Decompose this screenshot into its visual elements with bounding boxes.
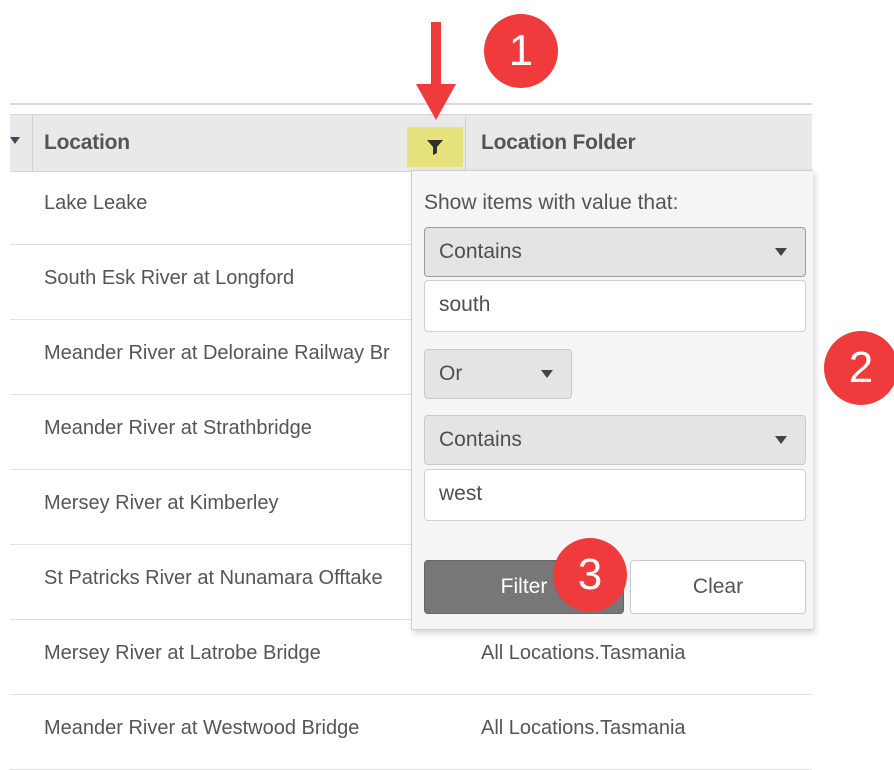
funnel-icon: [427, 140, 443, 155]
location-cell: Mersey River at Latrobe Bridge: [44, 642, 321, 664]
location-cell: Meander River at Westwood Bridge: [44, 717, 360, 739]
grid-top-border: [10, 103, 812, 105]
step-2-badge: 2: [824, 331, 894, 405]
sort-caret-icon[interactable]: [10, 137, 20, 144]
chevron-down-icon: [541, 370, 553, 378]
folder-cell: All Locations.Tasmania: [481, 642, 686, 664]
filter-prompt-label: Show items with value that:: [424, 191, 679, 214]
step-3-badge: 3: [553, 538, 627, 612]
logic-operator-dropdown[interactable]: Or: [424, 349, 572, 399]
first-operator-value: Contains: [439, 240, 522, 263]
step-1-badge: 1: [484, 14, 558, 88]
table-row[interactable]: Mersey River at Latrobe Bridge All Locat…: [10, 620, 812, 695]
location-cell: Lake Leake: [44, 192, 148, 214]
location-cell: South Esk River at Longford: [44, 267, 295, 289]
first-value-input[interactable]: south: [424, 280, 806, 332]
location-cell: St Patricks River at Nunamara Offtake: [44, 567, 383, 589]
second-operator-dropdown[interactable]: Contains: [424, 415, 806, 465]
column-divider: [465, 115, 466, 171]
location-cell: Mersey River at Kimberley: [44, 492, 279, 514]
second-value-input[interactable]: west: [424, 469, 806, 521]
logic-operator-value: Or: [439, 362, 463, 385]
column-header-location-folder[interactable]: Location Folder: [481, 131, 636, 155]
first-operator-dropdown[interactable]: Contains: [424, 227, 806, 277]
clear-button[interactable]: Clear: [630, 560, 806, 614]
chevron-down-icon: [775, 248, 787, 256]
grid-header: Location Location Folder: [10, 114, 812, 172]
folder-cell: All Locations.Tasmania: [481, 717, 686, 739]
chevron-down-icon: [775, 436, 787, 444]
location-cell: Meander River at Deloraine Railway Br: [44, 342, 390, 364]
column-filter-button[interactable]: [407, 127, 463, 167]
second-value-text: west: [439, 482, 483, 505]
first-value-text: south: [439, 293, 491, 316]
red-arrow-icon: [416, 22, 456, 120]
column-divider: [32, 115, 33, 171]
column-header-location[interactable]: Location: [44, 131, 130, 155]
second-operator-value: Contains: [439, 428, 522, 451]
location-cell: Meander River at Strathbridge: [44, 417, 312, 439]
